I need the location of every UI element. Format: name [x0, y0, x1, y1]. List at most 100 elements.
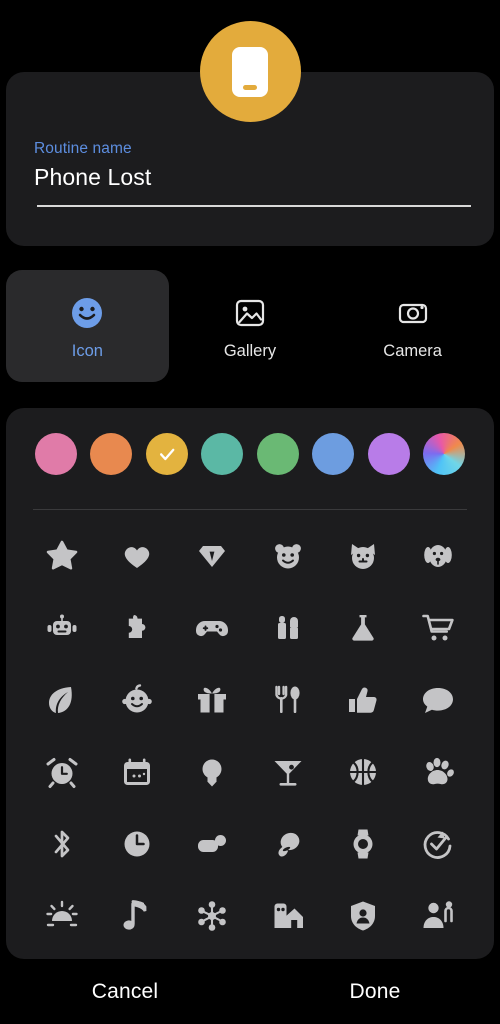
- tab-camera-label: Camera: [383, 341, 442, 360]
- check-icon: [159, 448, 175, 461]
- icon-cell-music-note[interactable]: [99, 880, 174, 952]
- lipstick-icon: [277, 616, 298, 639]
- icon-cell-smart-home[interactable]: [250, 880, 325, 952]
- icon-cell-fork-spoon[interactable]: [250, 664, 325, 736]
- icon-cell-smartwatch[interactable]: [325, 808, 400, 880]
- shopping-cart-icon: [422, 614, 455, 641]
- icon-cell-paw-print[interactable]: [401, 736, 476, 808]
- icon-cell-puzzle-piece[interactable]: [99, 592, 174, 664]
- security-shield-icon: [350, 901, 375, 931]
- bear-face-icon: [274, 544, 301, 569]
- icon-cell-dog-face[interactable]: [401, 520, 476, 592]
- leaf-icon: [48, 687, 72, 713]
- avatar[interactable]: [199, 21, 301, 122]
- avatar-preview-wrap: [0, 21, 500, 122]
- icon-cell-robot[interactable]: [24, 592, 99, 664]
- icon-cell-hub[interactable]: [175, 880, 250, 952]
- clock-icon: [124, 831, 150, 857]
- gamepad-icon: [196, 621, 229, 636]
- footer-actions: Cancel Done: [0, 960, 500, 1024]
- earbud-icon: [278, 832, 300, 857]
- icon-cell-bluetooth[interactable]: [24, 808, 99, 880]
- tab-gallery[interactable]: Gallery: [169, 270, 332, 382]
- icon-cell-security-shield[interactable]: [325, 880, 400, 952]
- camera-icon: [396, 292, 430, 334]
- music-note-icon: [123, 900, 147, 930]
- icon-cell-flask[interactable]: [325, 592, 400, 664]
- icon-cell-thumbs-up[interactable]: [325, 664, 400, 736]
- baby-face-icon: [122, 684, 152, 713]
- lightbulb-icon: [202, 759, 222, 787]
- star-icon: [46, 540, 77, 570]
- alarm-clock-icon: [46, 758, 78, 788]
- heart-icon: [124, 547, 150, 568]
- icon-cell-cat-face[interactable]: [325, 520, 400, 592]
- earbuds-case-icon: [198, 835, 227, 852]
- smart-home-icon: [274, 903, 303, 928]
- cat-face-icon: [350, 544, 375, 569]
- fork-spoon-icon: [274, 685, 300, 713]
- icon-cell-lightbulb[interactable]: [175, 736, 250, 808]
- tab-icon[interactable]: Icon: [6, 270, 169, 382]
- icon-cell-cocktail-glass[interactable]: [250, 736, 325, 808]
- picker-divider: [33, 509, 467, 510]
- icon-cell-gift[interactable]: [175, 664, 250, 736]
- color-swatch-purple[interactable]: [367, 433, 410, 475]
- robot-icon: [47, 614, 77, 635]
- icon-cell-basketball[interactable]: [325, 736, 400, 808]
- icon-cell-calendar[interactable]: [99, 736, 174, 808]
- sunrise-icon: [45, 900, 78, 927]
- color-swatch-blue[interactable]: [312, 433, 355, 475]
- tab-gallery-label: Gallery: [223, 341, 277, 360]
- color-swatch-gradient[interactable]: [422, 433, 465, 475]
- tab-icon-label: Icon: [71, 341, 103, 360]
- person-raise-hand-icon: [423, 901, 454, 928]
- phone-icon: [232, 46, 268, 97]
- color-swatch-green[interactable]: [256, 433, 299, 475]
- puzzle-piece-icon: [128, 615, 146, 638]
- hub-icon: [198, 901, 227, 931]
- icon-cell-leaf[interactable]: [24, 664, 99, 736]
- icon-picker-screen: Routine name Icon: [0, 0, 500, 1024]
- smartwatch-icon: [353, 829, 373, 859]
- basketball-icon: [349, 759, 376, 785]
- paw-print-icon: [426, 757, 455, 785]
- thumbs-up-icon: [348, 687, 377, 713]
- icon-cell-sunrise[interactable]: [24, 880, 99, 952]
- routine-name-label: Routine name: [34, 140, 132, 157]
- icon-cell-earbuds-case[interactable]: [175, 808, 250, 880]
- flask-icon: [352, 615, 374, 641]
- speech-bubble-icon: [423, 688, 454, 713]
- icon-cell-alarm-clock[interactable]: [24, 736, 99, 808]
- color-swatch-orange[interactable]: [90, 433, 133, 475]
- icon-cell-bear-face[interactable]: [250, 520, 325, 592]
- routine-name-underline: [37, 205, 471, 207]
- color-swatch-pink[interactable]: [35, 433, 77, 475]
- icon-cell-speech-bubble[interactable]: [401, 664, 476, 736]
- cancel-button[interactable]: Cancel: [0, 980, 250, 1004]
- image-icon: [233, 292, 267, 334]
- dog-face-icon: [424, 545, 453, 567]
- icon-cell-shopping-cart[interactable]: [401, 592, 476, 664]
- icon-cell-lipstick[interactable]: [250, 592, 325, 664]
- icon-cell-check-refresh[interactable]: [401, 808, 476, 880]
- icon-cell-diamond[interactable]: [175, 520, 250, 592]
- done-button[interactable]: Done: [250, 980, 500, 1004]
- icon-cell-star[interactable]: [24, 520, 99, 592]
- color-swatch-teal[interactable]: [201, 433, 244, 475]
- tab-camera[interactable]: Camera: [331, 270, 494, 382]
- icon-cell-gamepad[interactable]: [175, 592, 250, 664]
- icon-grid: [6, 520, 494, 952]
- icon-cell-person-raise-hand[interactable]: [401, 880, 476, 952]
- cocktail-glass-icon: [274, 761, 302, 786]
- icon-cell-heart[interactable]: [99, 520, 174, 592]
- icon-cell-baby-face[interactable]: [99, 664, 174, 736]
- routine-name-input[interactable]: [34, 164, 454, 191]
- icon-cell-clock[interactable]: [99, 808, 174, 880]
- icon-cell-earbud[interactable]: [250, 808, 325, 880]
- color-swatch-yellow[interactable]: [145, 433, 188, 475]
- check-refresh-icon: [424, 831, 452, 859]
- calendar-icon: [123, 758, 150, 785]
- gift-icon: [198, 687, 227, 713]
- image-source-tabs: Icon Gallery Camera: [6, 270, 494, 382]
